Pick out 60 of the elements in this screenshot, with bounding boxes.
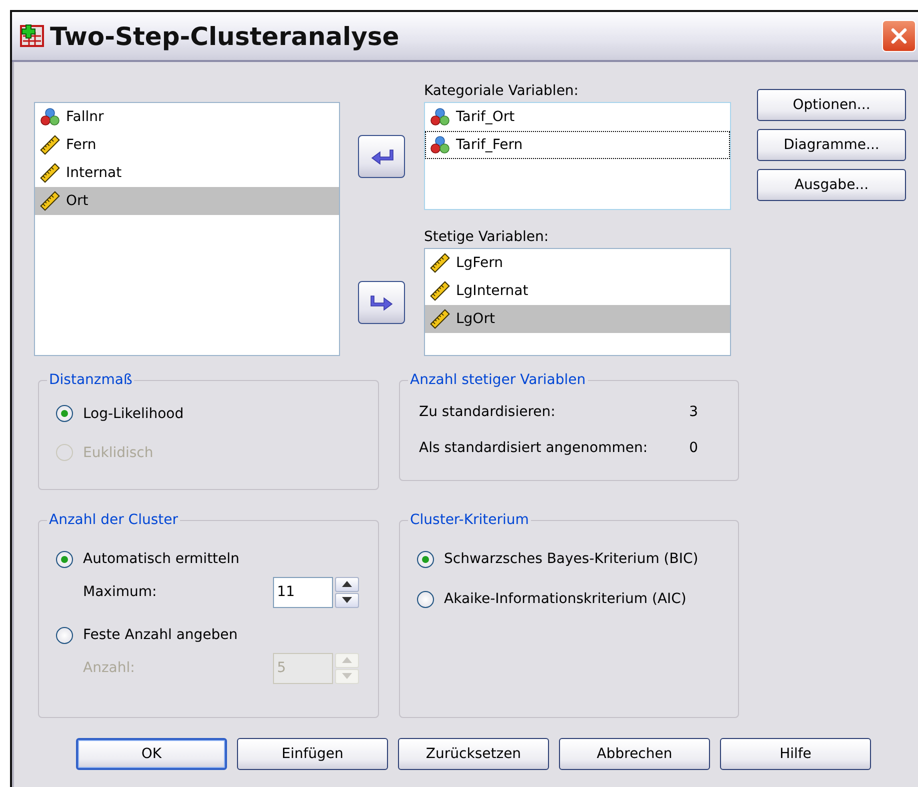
group-title: Anzahl stetiger Variablen [409,372,587,388]
dialog-button[interactable]: Abbrechen [559,738,710,770]
count-label: Als standardisiert angenommen: [419,440,648,456]
group-title: Anzahl der Cluster [48,512,179,528]
up-arrow-icon [342,657,352,663]
list-label: Kategoriale Variablen: [424,82,580,101]
move-left-button[interactable] [358,135,405,178]
close-icon [889,26,909,46]
variable-list-item[interactable]: LgInternat [425,277,730,305]
dialog-button[interactable]: Ausgabe... [757,169,906,201]
dialog-button[interactable]: Diagramme... [757,129,906,161]
count-value: 0 [689,440,698,456]
left-arrow-icon [370,146,394,166]
nominal-variable-icon [40,107,60,127]
variable-list-item[interactable]: Tarif_Ort [425,103,730,131]
down-arrow-icon [342,597,352,603]
radio-label[interactable]: Log-Likelihood [83,406,184,422]
group-title: Distanzmaß [48,372,134,388]
radio-button[interactable] [417,590,434,608]
dialog-button[interactable]: Optionen... [757,89,906,121]
variable-list-item[interactable]: Tarif_Fern [425,131,730,159]
radio-label[interactable]: Akaike-Informationskriterium (AIC) [444,591,686,607]
number-field[interactable]: 11 [273,576,333,608]
source-variable-list[interactable]: Fallnr Fern Internat Ort [34,102,340,356]
radio-label[interactable]: Schwarzsches Bayes-Kriterium (BIC) [444,551,698,567]
variable-list-item[interactable]: Ort [35,187,339,215]
variable-list-item[interactable]: Fallnr [35,103,339,131]
field-label: Maximum: [83,584,158,600]
nominal-variable-icon [430,135,450,155]
radio-button[interactable] [417,550,434,568]
list-label: Stetige Variablen: [424,228,550,247]
move-right-button[interactable] [358,281,405,324]
continuous-variable-list[interactable]: LgFern LgInternat LgOrt [424,248,731,356]
right-arrow-icon [370,292,394,312]
field-label: Anzahl: [83,660,136,676]
radio-button[interactable] [56,405,73,422]
radio-button[interactable] [56,626,73,644]
radio-button[interactable] [56,550,73,568]
up-arrow-icon [342,581,352,587]
dialog-button[interactable]: Hilfe [720,738,871,770]
window-title: Two-Step-Clusteranalyse [50,22,400,50]
app-icon [20,24,44,48]
dialog-button[interactable]: Einfügen [237,738,388,770]
dialog-button[interactable]: OK [76,738,227,770]
count-label: Zu standardisieren: [419,404,556,420]
radio-label[interactable]: Automatisch ermitteln [83,551,240,567]
spin-down-button[interactable] [335,592,359,608]
variable-list-item[interactable]: Fern [35,131,339,159]
radio-label[interactable]: Feste Anzahl angeben [83,627,238,643]
variable-list-item[interactable]: LgFern [425,249,730,277]
categorical-variable-list[interactable]: Tarif_Ort Tarif_Fern [424,102,731,210]
close-button[interactable] [882,20,916,52]
down-arrow-icon [342,673,352,679]
group-title: Cluster-Kriterium [409,512,530,528]
count-value: 3 [689,404,698,420]
nominal-variable-icon [430,107,450,127]
dialog-button[interactable]: Zurücksetzen [398,738,549,770]
variable-list-item[interactable]: Internat [35,159,339,187]
spin-up-button[interactable] [335,576,359,592]
variable-list-item[interactable]: LgOrt [425,305,730,333]
